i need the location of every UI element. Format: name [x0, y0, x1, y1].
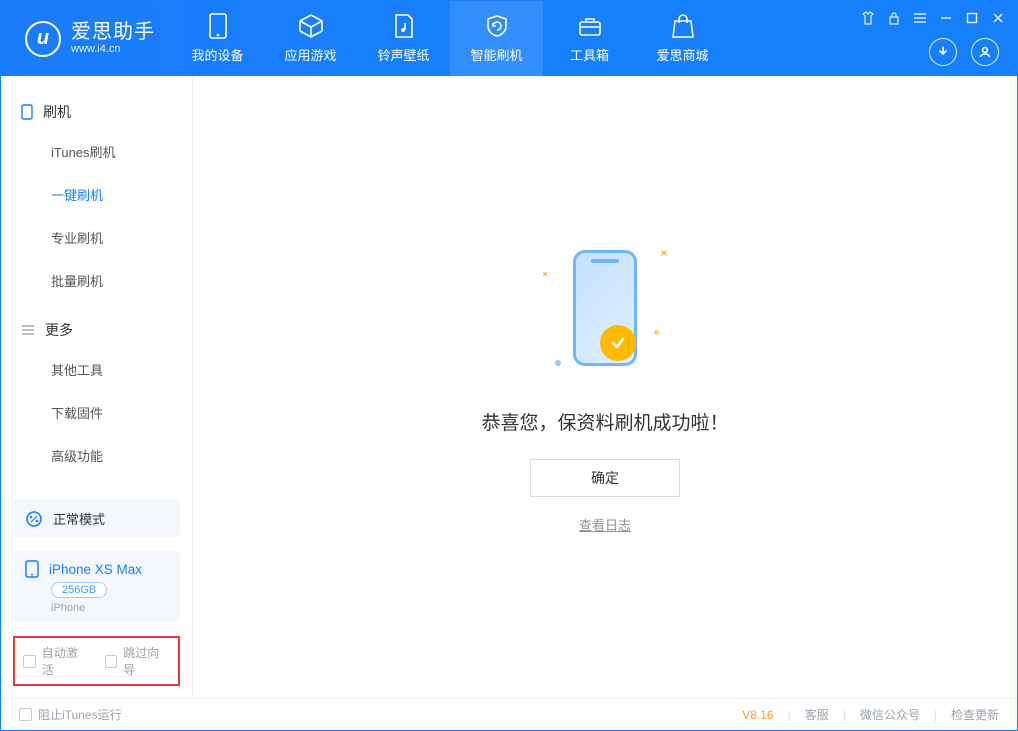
menu-icon[interactable]: [913, 11, 927, 25]
toolbox-icon: [577, 13, 603, 39]
device-name: iPhone XS Max: [49, 562, 142, 577]
sidebar-group-flash: 刷机: [1, 94, 192, 130]
options-row: 自动激活 跳过向导: [13, 636, 180, 686]
view-log-link[interactable]: 查看日志: [579, 515, 631, 534]
checkbox-block-itunes[interactable]: 阻止iTunes运行: [19, 706, 122, 723]
close-button[interactable]: [991, 11, 1005, 25]
mode-card[interactable]: 正常模式: [13, 499, 180, 538]
window-controls: [861, 11, 1005, 25]
device-card[interactable]: iPhone XS Max 256GB iPhone: [13, 550, 180, 622]
device-storage-badge: 256GB: [51, 582, 107, 598]
footer-link-wechat[interactable]: 微信公众号: [860, 706, 920, 723]
mode-icon: [25, 510, 43, 528]
sidebar-item-itunes-flash[interactable]: iTunes刷机: [1, 130, 192, 173]
music-file-icon: [391, 13, 417, 39]
phone-illustration-icon: [573, 250, 637, 366]
lock-icon[interactable]: [887, 11, 901, 25]
sidebar-group-more: 更多: [1, 312, 192, 348]
sidebar-item-advanced[interactable]: 高级功能: [1, 434, 192, 477]
app-logo: u 爱思助手 www.i4.cn: [1, 21, 171, 57]
checkbox-auto-activate[interactable]: 自动激活: [23, 644, 89, 678]
header-actions: [929, 38, 999, 66]
tab-my-device[interactable]: 我的设备: [171, 1, 264, 76]
success-message: 恭喜您，保资料刷机成功啦！: [481, 408, 728, 435]
tshirt-icon[interactable]: [861, 11, 875, 25]
device-icon: [25, 560, 39, 578]
tab-toolbox[interactable]: 工具箱: [543, 1, 636, 76]
download-button[interactable]: [929, 38, 957, 66]
tab-ringtone-wallpaper[interactable]: 铃声壁纸: [357, 1, 450, 76]
sidebar-item-one-click-flash[interactable]: 一键刷机: [1, 173, 192, 216]
version-label: V8.16: [742, 708, 773, 722]
sidebar-item-batch-flash[interactable]: 批量刷机: [1, 259, 192, 302]
phone-icon: [205, 13, 231, 39]
statusbar: 阻止iTunes运行 V8.16 | 客服 | 微信公众号 | 检查更新: [1, 698, 1017, 730]
success-illustration: [535, 240, 675, 390]
tab-store[interactable]: 爱思商城: [636, 1, 729, 76]
titlebar: u 爱思助手 www.i4.cn 我的设备 应用游戏 铃声壁纸 智能刷机 工具箱: [1, 1, 1017, 76]
device-type: iPhone: [51, 602, 85, 614]
ok-button[interactable]: 确定: [530, 459, 680, 497]
sidebar-item-pro-flash[interactable]: 专业刷机: [1, 216, 192, 259]
tab-apps-games[interactable]: 应用游戏: [264, 1, 357, 76]
main-content: 恭喜您，保资料刷机成功啦！ 确定 查看日志: [193, 76, 1017, 698]
sidebar: 刷机 iTunes刷机 一键刷机 专业刷机 批量刷机 更多 其他工具 下载固件 …: [1, 76, 193, 698]
checkmark-icon: [600, 325, 636, 361]
phone-small-icon: [21, 104, 33, 120]
maximize-button[interactable]: [965, 11, 979, 25]
refresh-shield-icon: [484, 13, 510, 39]
sidebar-item-download-firmware[interactable]: 下载固件: [1, 391, 192, 434]
bag-icon: [670, 13, 696, 39]
mode-label: 正常模式: [53, 509, 105, 528]
logo-icon: u: [25, 21, 61, 57]
tab-smart-flash[interactable]: 智能刷机: [450, 1, 543, 76]
user-button[interactable]: [971, 38, 999, 66]
main-tabs: 我的设备 应用游戏 铃声壁纸 智能刷机 工具箱 爱思商城: [171, 1, 729, 76]
app-name: 爱思助手: [71, 21, 155, 43]
list-icon: [21, 324, 35, 336]
checkbox-skip-guide[interactable]: 跳过向导: [105, 644, 171, 678]
footer-link-support[interactable]: 客服: [805, 706, 829, 723]
sidebar-item-other-tools[interactable]: 其他工具: [1, 348, 192, 391]
minimize-button[interactable]: [939, 11, 953, 25]
app-url: www.i4.cn: [71, 43, 155, 55]
footer-link-update[interactable]: 检查更新: [951, 706, 999, 723]
cube-icon: [298, 13, 324, 39]
